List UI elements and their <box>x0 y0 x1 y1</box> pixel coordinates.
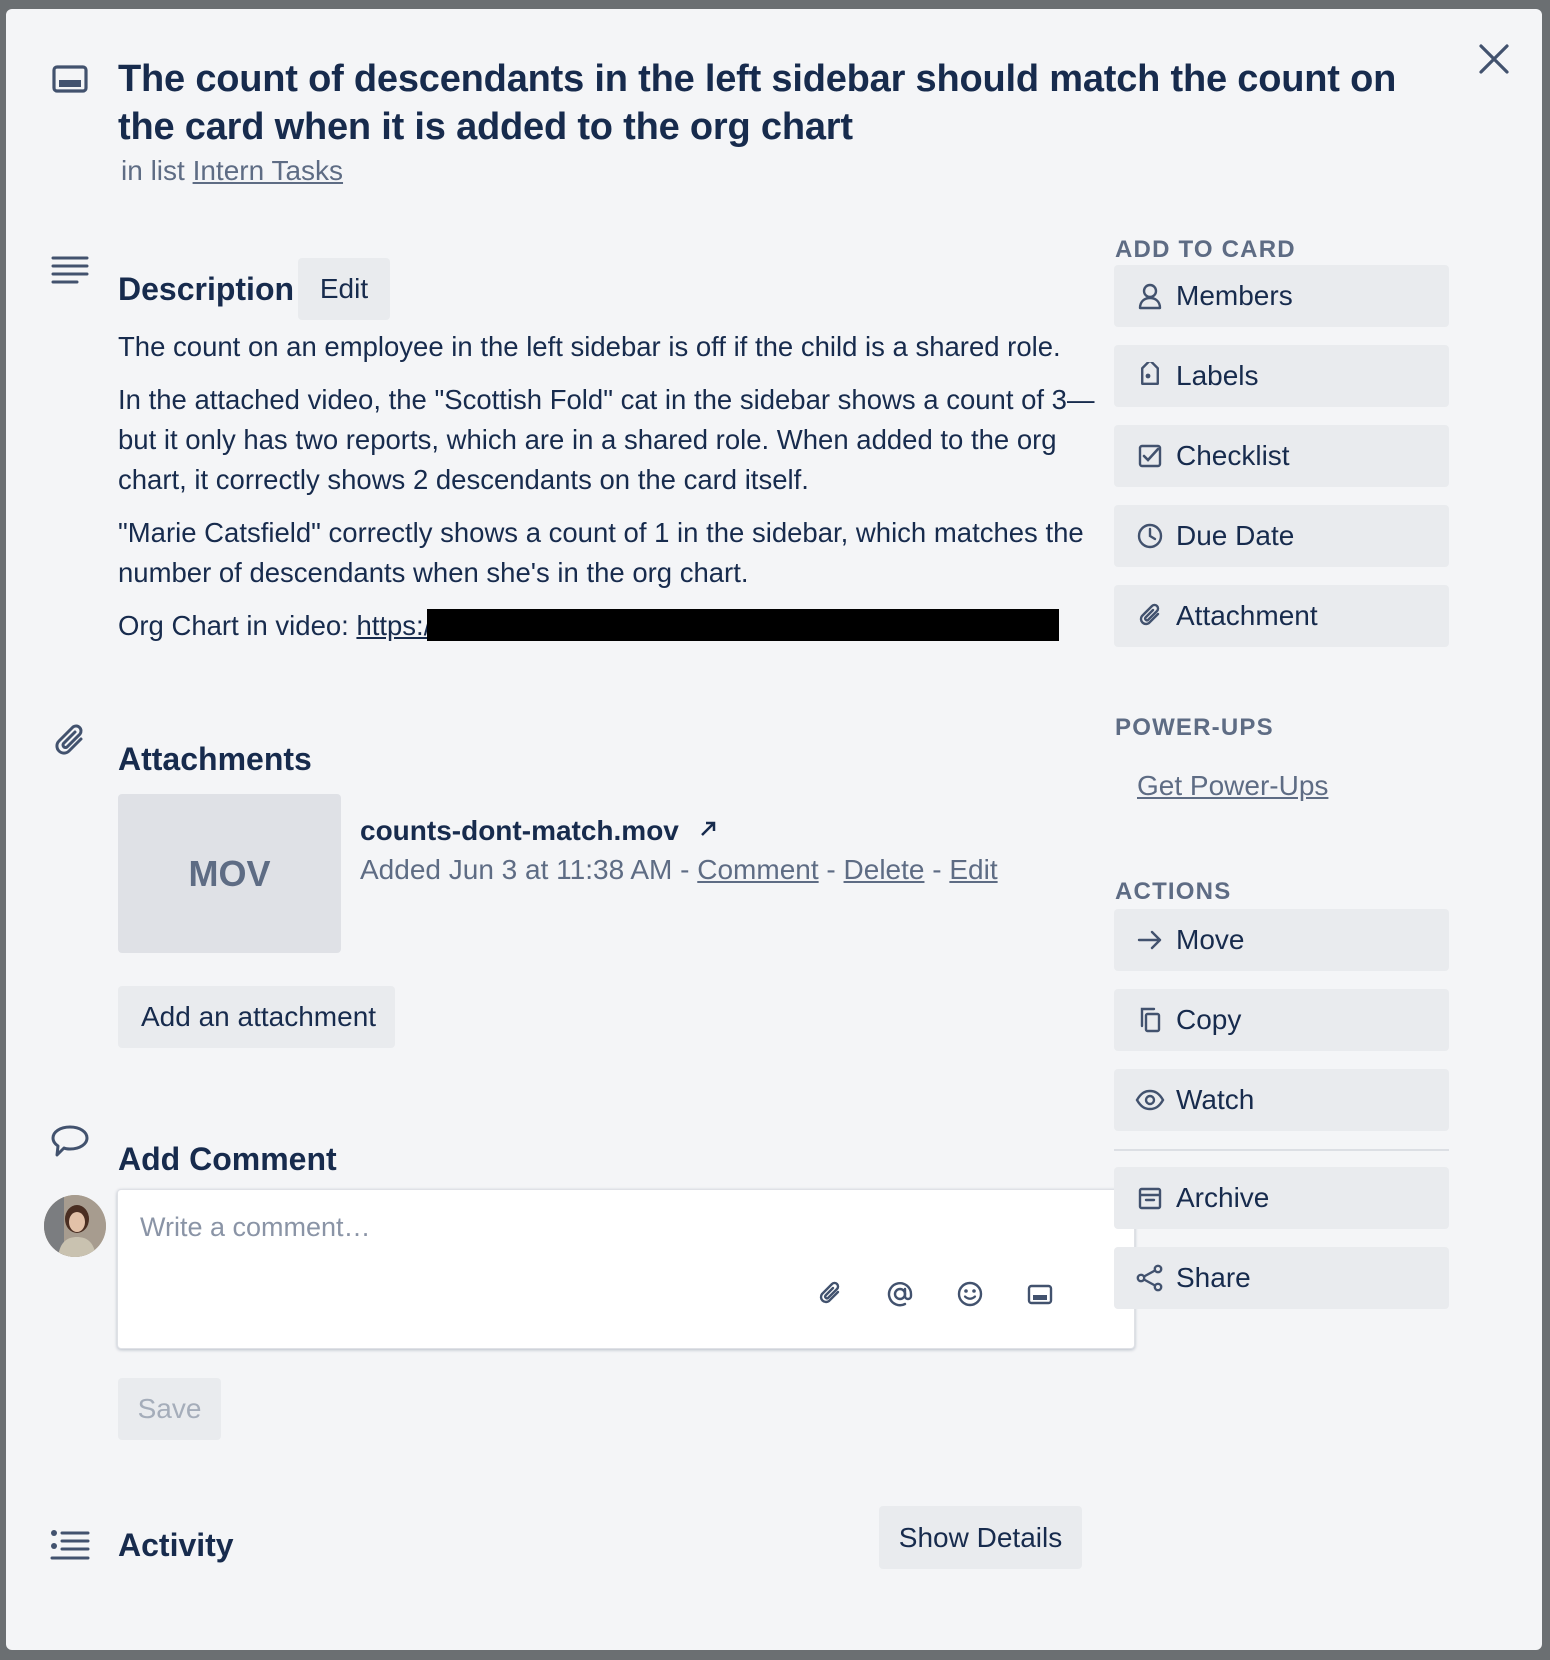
attachment-label: Attachment <box>1176 600 1318 631</box>
actions-heading: ACTIONS <box>1115 878 1232 905</box>
description-edit-button[interactable]: Edit <box>298 258 390 320</box>
arrow-right-icon <box>1130 928 1170 952</box>
share-icon <box>1130 1264 1170 1292</box>
add-card-button[interactable] <box>1020 1274 1060 1314</box>
separator: - <box>826 854 836 885</box>
comment-editor <box>117 1189 1135 1349</box>
attachment-delete-link[interactable]: Delete <box>844 854 925 885</box>
move-button[interactable]: Move <box>1114 909 1449 971</box>
comment-input[interactable] <box>140 1212 1100 1243</box>
attachment-meta: Added Jun 3 at 11:38 AM - Comment - Dele… <box>360 854 998 886</box>
person-icon <box>1130 282 1170 310</box>
share-button[interactable]: Share <box>1114 1247 1449 1309</box>
paperclip-icon <box>1130 603 1170 629</box>
attachment-filename[interactable]: counts-dont-match.mov <box>360 815 679 846</box>
watch-button[interactable]: Watch <box>1114 1069 1449 1131</box>
comment-icon <box>50 1121 90 1161</box>
paperclip-icon <box>819 1281 840 1304</box>
avatar[interactable] <box>44 1195 106 1257</box>
card-icon <box>1027 1284 1053 1305</box>
separator: - <box>932 854 942 885</box>
tag-icon <box>1130 362 1170 390</box>
mention-button[interactable] <box>880 1274 920 1314</box>
description-link-line: Org Chart in video: https:// <box>118 606 1118 646</box>
external-link-icon[interactable] <box>699 813 717 845</box>
attachment-added: Added Jun 3 at 11:38 AM <box>360 854 673 885</box>
redaction-bar <box>426 609 1059 641</box>
description-heading: Description <box>118 271 295 307</box>
at-sign-icon <box>887 1282 913 1307</box>
attachment-button[interactable]: Attachment <box>1114 585 1449 647</box>
archive-button[interactable]: Archive <box>1114 1167 1449 1229</box>
checklist-icon <box>1130 443 1170 469</box>
power-ups-heading: POWER-UPS <box>1115 714 1274 741</box>
members-label: Members <box>1176 280 1293 311</box>
attachment-name[interactable]: counts-dont-match.mov <box>360 813 717 847</box>
archive-label: Archive <box>1176 1182 1270 1213</box>
card-list-info: in list Intern Tasks <box>121 155 343 187</box>
copy-button[interactable]: Copy <box>1114 989 1449 1051</box>
separator: - <box>680 854 690 885</box>
get-power-ups-link[interactable]: Get Power-Ups <box>1137 770 1328 802</box>
sidebar-divider <box>1114 1149 1449 1151</box>
copy-label: Copy <box>1176 1004 1242 1035</box>
close-icon <box>1479 44 1509 74</box>
attachments-icon <box>50 721 90 761</box>
labels-button[interactable]: Labels <box>1114 345 1449 407</box>
labels-label: Labels <box>1176 360 1259 391</box>
attachments-heading: Attachments <box>118 741 312 777</box>
in-list-prefix: in list <box>121 155 185 186</box>
card-title[interactable]: The count of descendants in the left sid… <box>118 55 1458 151</box>
description-paragraph-2: In the attached video, the "Scottish Fol… <box>118 384 1095 495</box>
description-paragraph-3: "Marie Catsfield" correctly shows a coun… <box>118 517 1084 588</box>
eye-icon <box>1130 1089 1170 1111</box>
clock-icon <box>1130 522 1170 550</box>
attachment-edit-link[interactable]: Edit <box>949 854 997 885</box>
emoji-button[interactable] <box>950 1274 990 1314</box>
card-detail-modal: The count of descendants in the left sid… <box>6 9 1542 1650</box>
description-paragraph-1: The count on an employee in the left sid… <box>118 331 1061 362</box>
checklist-button[interactable]: Checklist <box>1114 425 1449 487</box>
save-comment-button[interactable]: Save <box>118 1378 221 1440</box>
members-button[interactable]: Members <box>1114 265 1449 327</box>
archive-icon <box>1130 1185 1170 1211</box>
attach-file-button[interactable] <box>810 1274 850 1314</box>
move-label: Move <box>1176 924 1245 955</box>
description-body[interactable]: The count on an employee in the left sid… <box>118 327 1118 659</box>
smiley-icon <box>957 1281 983 1307</box>
add-to-card-heading: ADD TO CARD <box>1115 236 1296 263</box>
show-details-button[interactable]: Show Details <box>879 1506 1082 1569</box>
list-name-link[interactable]: Intern Tasks <box>193 155 343 186</box>
link-prefix: Org Chart in video: <box>118 610 349 641</box>
add-attachment-button[interactable]: Add an attachment <box>118 986 395 1048</box>
copy-icon <box>1130 1006 1170 1034</box>
card-icon <box>50 58 90 98</box>
attachment-comment-link[interactable]: Comment <box>697 854 818 885</box>
description-icon <box>50 251 90 291</box>
checklist-label: Checklist <box>1176 440 1290 471</box>
share-label: Share <box>1176 1262 1251 1293</box>
add-comment-heading: Add Comment <box>118 1141 337 1177</box>
attachment-thumbnail[interactable]: MOV <box>118 794 341 953</box>
due-date-label: Due Date <box>1176 520 1295 551</box>
activity-heading: Activity <box>118 1527 234 1563</box>
activity-icon <box>50 1526 90 1566</box>
due-date-button[interactable]: Due Date <box>1114 505 1449 567</box>
watch-label: Watch <box>1176 1084 1255 1115</box>
close-button[interactable] <box>1472 37 1516 81</box>
